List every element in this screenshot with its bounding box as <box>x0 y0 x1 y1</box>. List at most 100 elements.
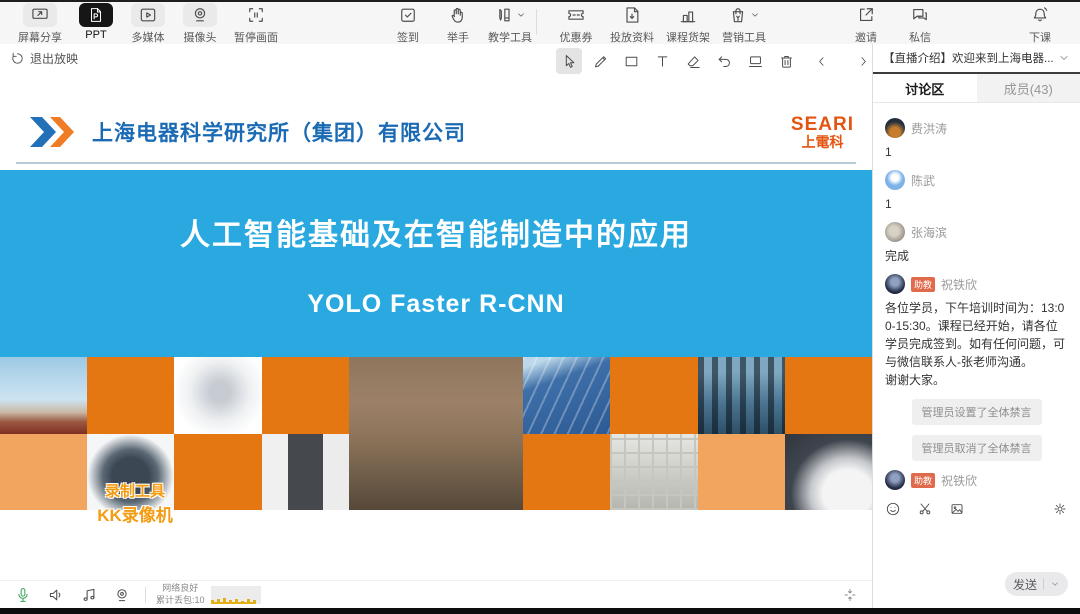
collage-photo-solar-panels <box>523 357 610 434</box>
chat-tabs: 讨论区 成员(43) <box>873 74 1080 103</box>
send-divider <box>1043 578 1044 590</box>
top-letterbox <box>0 0 1080 2</box>
materials-button[interactable]: 投放资料 <box>604 3 660 45</box>
chevron-down-icon[interactable] <box>1058 52 1070 64</box>
invite-button[interactable]: 邀请 <box>838 3 894 45</box>
top-toolbar: 屏幕分享 PPT 多媒体 摄像头 暂停画面 <box>0 0 1080 45</box>
board-tool[interactable] <box>742 48 768 74</box>
system-message: 管理员设置了全体禁言 <box>912 399 1042 425</box>
text-tool[interactable] <box>649 48 675 74</box>
slide-title-banner: 人工智能基础及在智能制造中的应用 YOLO Faster R-CNN <box>0 170 872 357</box>
emoji-icon[interactable] <box>885 501 901 517</box>
toolbar-separator <box>536 9 537 35</box>
chat-panel: 【直播介绍】欢迎来到上海电器... 讨论区 成员(43) 费洪涛 1 陈武 1 <box>872 44 1080 608</box>
image-icon[interactable] <box>949 501 965 517</box>
collage-orange-tile <box>523 434 610 511</box>
microphone-icon[interactable] <box>14 586 32 604</box>
collage-orange-tile <box>610 357 697 434</box>
live-intro-header[interactable]: 【直播介绍】欢迎来到上海电器... <box>873 44 1080 74</box>
chat-message: 助教 祝铁欣 课间休息：14:12-14:22 <box>885 470 1068 496</box>
course-shelf-button[interactable]: 课程货架 <box>660 3 716 45</box>
slide-page-nav <box>808 48 876 74</box>
header-rule <box>16 162 856 164</box>
webcam-icon[interactable] <box>113 586 131 604</box>
chat-message: 助教 祝铁欣 各位学员，下午培训时间为：13:00-15:30。课程已经开始，请… <box>885 274 1068 389</box>
collage-photo-test-chamber <box>610 434 697 511</box>
speaker-icon[interactable] <box>47 586 65 604</box>
camera-button[interactable]: 摄像头 <box>172 3 228 45</box>
gear-icon[interactable] <box>1052 501 1068 517</box>
teaching-tools-button[interactable]: 教学工具 <box>482 3 538 45</box>
materials-icon <box>622 3 642 27</box>
slide-header: 上海电器科学研究所（集团）有限公司 SEARI 上電科 <box>30 108 854 156</box>
eraser-tool[interactable] <box>680 48 706 74</box>
exit-presentation-button[interactable]: 退出放映 <box>10 50 78 67</box>
chat-feed[interactable]: 费洪涛 1 陈武 1 张海滨 完成 <box>873 103 1080 496</box>
avatar <box>885 222 905 242</box>
slide-canvas[interactable]: 上海电器科学研究所（集团）有限公司 SEARI 上電科 人工智能基础及在智能制造… <box>0 78 872 580</box>
collage-photo-switchgear <box>698 357 785 434</box>
network-status: 网络良好 累计丢包:10 <box>156 583 205 606</box>
collage-photo-wind-turbine <box>0 357 87 434</box>
chat-message-input[interactable] <box>873 522 1080 566</box>
private-message-icon <box>910 3 930 27</box>
chevron-down-icon <box>516 10 526 20</box>
rectangle-icon <box>623 53 640 70</box>
coupon-icon <box>566 3 586 27</box>
collapse-toolbar-button[interactable] <box>842 587 858 603</box>
chat-message: 张海滨 完成 <box>885 222 1068 265</box>
end-class-icon <box>1030 3 1050 27</box>
send-button[interactable]: 发送 <box>1005 572 1068 596</box>
sign-in-button[interactable]: 签到 <box>380 3 436 45</box>
undo-tool[interactable] <box>711 48 737 74</box>
collage-photo-institute-building <box>349 357 523 510</box>
status-bar: 网络良好 累计丢包:10 <box>0 580 872 609</box>
ppt-button[interactable]: PPT <box>68 3 124 41</box>
avatar <box>885 170 905 190</box>
avatar <box>885 274 905 294</box>
pencil-tool[interactable] <box>587 48 613 74</box>
collapse-icon <box>842 587 858 603</box>
recorder-watermark: 录制工具 KK录像机 <box>68 480 202 526</box>
marketing-tools-button[interactable]: 营销工具 <box>716 3 772 45</box>
clear-annotations-tool[interactable] <box>773 48 799 74</box>
coupon-button[interactable]: 优惠券 <box>548 3 604 45</box>
company-name: 上海电器科学研究所（集团）有限公司 <box>92 117 466 147</box>
chevron-down-icon <box>750 10 760 20</box>
screen-share-icon <box>23 3 57 27</box>
status-divider <box>145 587 146 603</box>
live-classroom-window: 屏幕分享 PPT 多媒体 摄像头 暂停画面 <box>0 0 1080 614</box>
music-note-icon[interactable] <box>80 586 98 604</box>
invite-icon <box>856 3 876 27</box>
private-message-button[interactable]: 私信 <box>892 3 948 45</box>
chat-input-toolbar <box>873 496 1080 522</box>
raise-hand-button[interactable]: 举手 <box>430 3 486 45</box>
send-options-icon[interactable] <box>1050 579 1060 589</box>
screen-share-button[interactable]: 屏幕分享 <box>12 3 68 45</box>
slide-subtitle: YOLO Faster R-CNN <box>307 290 564 319</box>
rectangle-tool[interactable] <box>618 48 644 74</box>
pause-screen-button[interactable]: 暂停画面 <box>228 3 284 45</box>
prev-slide-button[interactable] <box>808 48 834 74</box>
system-message: 管理员取消了全体禁言 <box>912 435 1042 461</box>
double-chevron-logo <box>30 116 80 148</box>
network-activity-chart <box>211 586 261 604</box>
collage-photo-robot <box>174 357 261 434</box>
chat-message: 费洪涛 1 <box>885 118 1068 161</box>
raise-hand-icon <box>448 3 468 27</box>
bottom-letterbox <box>0 608 1080 614</box>
board-icon <box>747 53 764 70</box>
tab-members[interactable]: 成员(43) <box>977 74 1080 102</box>
undo-icon <box>716 53 733 70</box>
assistant-badge: 助教 <box>911 277 935 292</box>
end-class-button[interactable]: 下课 <box>1012 3 1068 45</box>
multimedia-button[interactable]: 多媒体 <box>120 3 176 45</box>
prev-page-icon <box>814 54 829 69</box>
collage-orange-tile <box>87 357 174 434</box>
slide-title: 人工智能基础及在智能制造中的应用 <box>180 210 692 254</box>
pointer-tool[interactable] <box>556 48 582 74</box>
text-icon <box>654 53 671 70</box>
tab-discussion[interactable]: 讨论区 <box>873 74 977 102</box>
send-row: 发送 <box>873 566 1080 608</box>
scissors-icon[interactable] <box>917 501 933 517</box>
